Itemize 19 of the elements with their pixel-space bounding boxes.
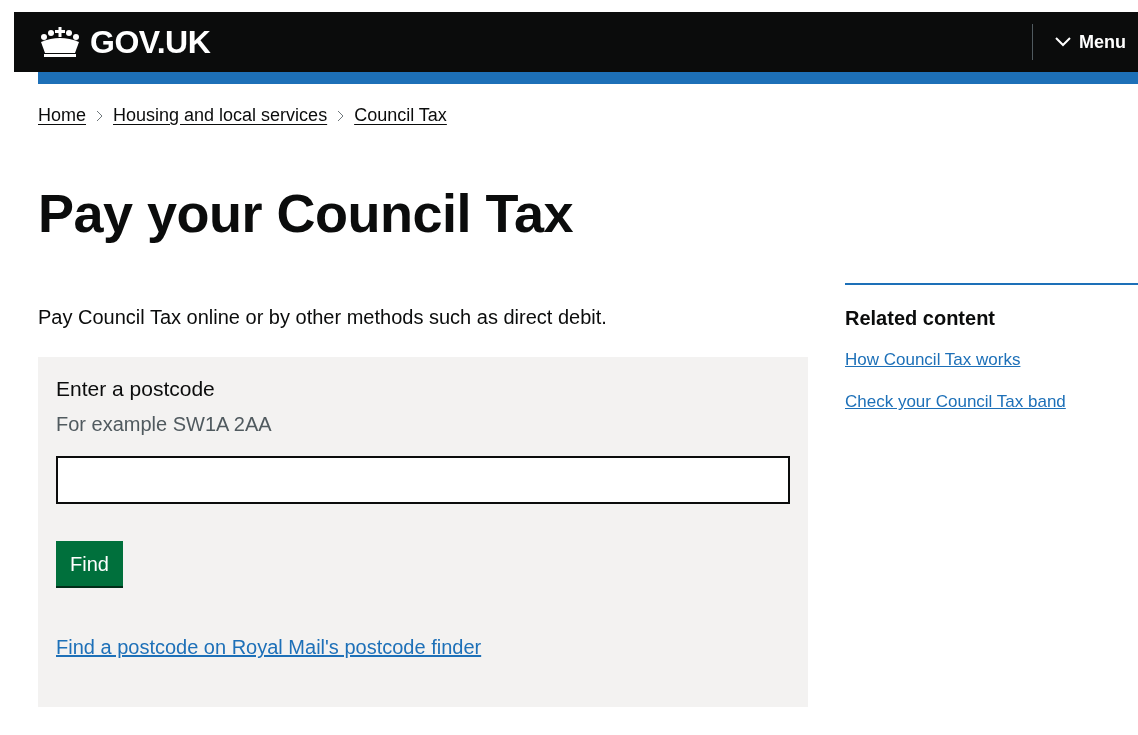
related-link[interactable]: Check your Council Tax band (845, 392, 1138, 413)
site-logo[interactable]: GOV.UK (90, 23, 211, 61)
field-label: Enter a postcode (56, 377, 216, 402)
breadcrumb-link[interactable]: Housing and local services (113, 105, 328, 126)
field-hint: For example SW1A 2AA (56, 413, 273, 437)
related-heading: Related content (845, 307, 997, 331)
breadcrumb-link[interactable]: Home (38, 105, 86, 126)
breadcrumb-link[interactable]: Council Tax (354, 105, 447, 126)
lead-paragraph: Pay Council Tax online or by other methods such as direct debit. (38, 305, 608, 331)
chevron-right-icon (337, 109, 345, 122)
chevron-right-icon (96, 109, 103, 122)
menu-button[interactable]: Menu (1055, 31, 1138, 53)
find-button[interactable]: Find (56, 541, 123, 587)
page-title: Pay your Council Tax (38, 184, 575, 244)
related-link[interactable]: How Council Tax works (845, 350, 1138, 371)
crown-icon (38, 26, 82, 58)
chevron-down-icon (1055, 37, 1071, 47)
postcode-finder-link[interactable]: Find a postcode on Royal Mail's postcode finder (56, 636, 482, 660)
postcode-input-field[interactable] (56, 456, 790, 505)
